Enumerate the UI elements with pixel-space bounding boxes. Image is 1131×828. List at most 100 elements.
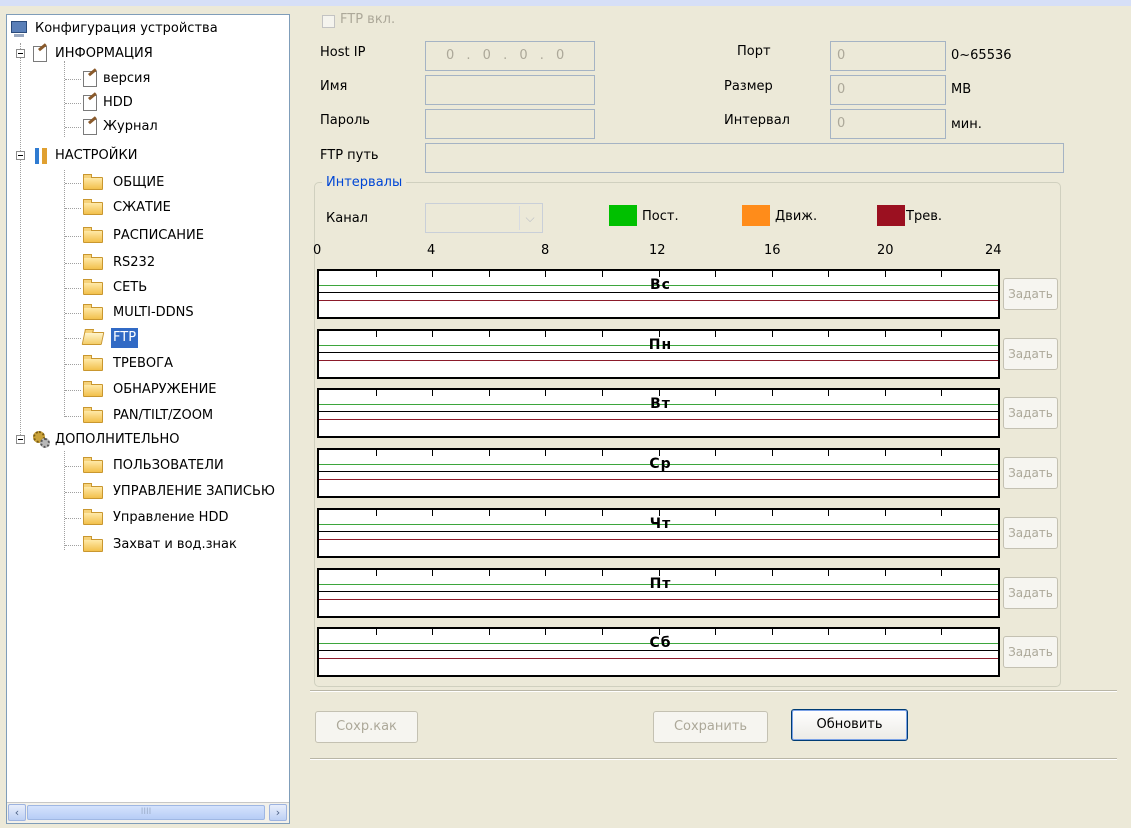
- folder-icon: [83, 536, 103, 552]
- ftp-path-field[interactable]: [425, 143, 1064, 173]
- interval-label: Интервал: [724, 113, 790, 128]
- day-schedule-bar[interactable]: Ср: [317, 448, 1000, 498]
- channel-select[interactable]: ⌵: [425, 203, 543, 233]
- collapse-icon[interactable]: [16, 435, 25, 444]
- day-schedule-bar[interactable]: Вс: [317, 269, 1000, 319]
- chevron-down-icon: ⌵: [519, 206, 540, 230]
- tree-connector: [65, 545, 81, 546]
- set-day-button[interactable]: Задать: [1003, 457, 1058, 489]
- host-ip-field[interactable]: 0 . 0 . 0 . 0: [425, 41, 595, 71]
- legend-const-label: Пост.: [642, 209, 679, 224]
- set-day-button[interactable]: Задать: [1003, 278, 1058, 310]
- folder-icon: [83, 407, 103, 423]
- tree-item-label: Журнал: [103, 119, 158, 134]
- set-day-button[interactable]: Задать: [1003, 397, 1058, 429]
- edit-doc-icon: [33, 46, 47, 62]
- day-label: Вс: [650, 277, 671, 293]
- day-schedule-bar[interactable]: Вт: [317, 388, 1000, 438]
- tree-connector: [65, 236, 81, 237]
- size-field[interactable]: 0: [830, 75, 946, 105]
- alarm-record-line: [319, 300, 998, 301]
- folder-icon: [83, 509, 103, 525]
- ftp-enable-checkbox[interactable]: [322, 15, 335, 28]
- tree-item-label: РАСПИСАНИЕ: [113, 228, 204, 243]
- size-unit-text: MB: [951, 82, 972, 97]
- alarm-record-line: [319, 599, 998, 600]
- day-schedule-bar[interactable]: Сб: [317, 627, 1000, 677]
- save-as-button[interactable]: Сохр.как: [315, 711, 418, 743]
- legend-const-swatch: [609, 205, 637, 226]
- day-label: Вт: [650, 396, 671, 412]
- tree-item-label: ТРЕВОГА: [113, 356, 173, 371]
- set-day-button[interactable]: Задать: [1003, 577, 1058, 609]
- tree-connector: [65, 416, 81, 417]
- hour-label: 20: [877, 243, 894, 258]
- hour-label: 0: [313, 243, 322, 258]
- alarm-record-line: [319, 658, 998, 659]
- tree-node-advanced-label: ДОПОЛНИТЕЛЬНО: [55, 432, 180, 447]
- password-label: Пароль: [320, 113, 370, 128]
- day-label: Сб: [649, 635, 672, 651]
- name-field[interactable]: [425, 75, 595, 105]
- tree-connector: [65, 127, 81, 128]
- edit-doc-icon: [83, 71, 97, 87]
- interval-field[interactable]: 0: [830, 109, 946, 139]
- set-day-button[interactable]: Задать: [1003, 517, 1058, 549]
- separator: [310, 690, 1117, 692]
- computer-icon: [11, 21, 27, 37]
- alarm-record-line: [319, 419, 998, 420]
- tree-connector: [65, 518, 81, 519]
- tree-connector: [65, 492, 81, 493]
- grip-icon: IIII: [140, 807, 152, 817]
- folder-open-icon: [81, 332, 105, 345]
- tree-item-label: HDD: [103, 95, 133, 110]
- hour-label: 8: [541, 243, 550, 258]
- tree-connector: [64, 61, 65, 137]
- tree-root-label: Конфигурация устройства: [35, 21, 218, 36]
- day-schedule-bar[interactable]: Пт: [317, 568, 1000, 618]
- edit-doc-icon: [83, 119, 97, 135]
- folder-icon: [83, 381, 103, 397]
- tree-item-label: Управление HDD: [113, 510, 229, 525]
- scroll-left-button[interactable]: ‹: [8, 804, 26, 821]
- tree-item-label: ОБЩИЕ: [113, 175, 165, 190]
- host-ip-label: Host IP: [320, 45, 366, 60]
- chevron-right-icon: ›: [275, 806, 281, 819]
- channel-label: Канал: [326, 211, 368, 226]
- hour-label: 4: [427, 243, 436, 258]
- tree-item-label-selected: FTP: [111, 328, 139, 348]
- port-label: Порт: [737, 44, 771, 59]
- hour-label: 24: [985, 243, 1002, 258]
- ftp-path-label: FTP путь: [320, 148, 379, 163]
- refresh-button[interactable]: Обновить: [791, 709, 908, 741]
- day-label: Чт: [649, 516, 672, 532]
- legend-alarm-label: Трев.: [906, 209, 942, 224]
- password-field[interactable]: [425, 109, 595, 139]
- tree-connector: [20, 43, 21, 443]
- folder-icon: [83, 227, 103, 243]
- save-button[interactable]: Сохранить: [653, 711, 768, 743]
- tree-horizontal-scrollbar[interactable]: ‹ IIII ›: [7, 802, 289, 823]
- day-label: Ср: [649, 456, 672, 472]
- set-day-button[interactable]: Задать: [1003, 338, 1058, 370]
- tree-node-info-label: ИНФОРМАЦИЯ: [55, 46, 153, 61]
- collapse-icon[interactable]: [16, 49, 25, 58]
- tree-item-label: ПОЛЬЗОВАТЕЛИ: [113, 458, 224, 473]
- config-tree[interactable]: Конфигурация устройства ИНФОРМАЦИЯ верси…: [6, 14, 290, 824]
- tree-connector: [65, 263, 81, 264]
- scroll-right-button[interactable]: ›: [269, 804, 287, 821]
- day-schedule-bar[interactable]: Пн: [317, 329, 1000, 379]
- scroll-thumb[interactable]: IIII: [27, 805, 265, 820]
- tree-item-label: СЕТЬ: [113, 280, 148, 295]
- day-schedule-bar[interactable]: Чт: [317, 508, 1000, 558]
- chevron-left-icon: ‹: [14, 806, 20, 819]
- port-field[interactable]: 0: [830, 41, 946, 71]
- folder-icon: [83, 199, 103, 215]
- hour-label: 16: [764, 243, 781, 258]
- collapse-icon[interactable]: [16, 151, 25, 160]
- tree-item-label: СЖАТИЕ: [113, 200, 171, 215]
- folder-icon: [83, 304, 103, 320]
- tree-item-label: MULTI-DDNS: [113, 305, 194, 320]
- set-day-button[interactable]: Задать: [1003, 636, 1058, 668]
- tree-connector: [65, 103, 81, 104]
